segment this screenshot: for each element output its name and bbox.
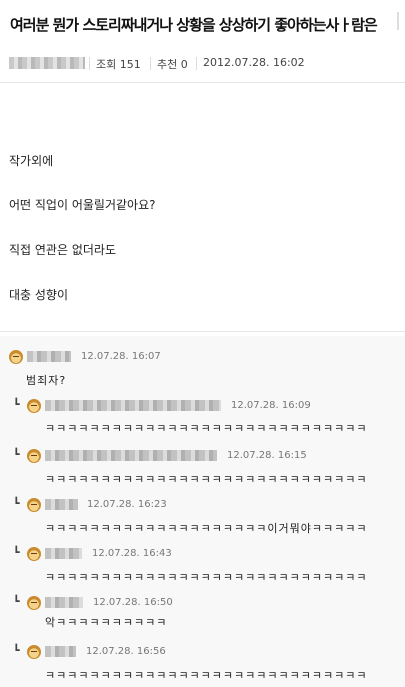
comment-list — [0, 336, 405, 687]
post-body-line: 대충 성향이 — [9, 288, 69, 302]
comment-author-blurred[interactable] — [45, 400, 221, 411]
comment-time: 12.07.28. 16:09 — [231, 400, 311, 411]
comment-text: ㅋㅋㅋㅋㅋㅋㅋㅋㅋㅋㅋㅋㅋㅋㅋㅋㅋㅋㅋㅋㅋㅋㅋㅋㅋㅋㅋㅋㅋ — [45, 669, 368, 682]
post-date: 2012.07.28. 16:02 — [203, 56, 305, 69]
avatar-icon — [9, 350, 23, 364]
post-meta: 조회 151 추천 0 2012.07.28. 16:02 — [0, 48, 405, 78]
avatar-icon — [27, 399, 41, 413]
avatar-icon — [27, 498, 41, 512]
post-body-line: 직접 연관은 없더라도 — [9, 243, 116, 257]
header-divider — [0, 82, 405, 83]
reply-arrow-icon: ┗ — [13, 398, 20, 411]
reply-arrow-icon: ┗ — [13, 448, 20, 461]
comment-author-blurred[interactable] — [45, 646, 76, 657]
comment-author-blurred[interactable] — [45, 450, 217, 461]
view-count: 조회 151 — [96, 58, 141, 71]
comments-divider — [0, 331, 405, 332]
comment-text: ㅋㅋㅋㅋㅋㅋㅋㅋㅋㅋㅋㅋㅋㅋㅋㅋㅋㅋㅋㅋㅋㅋㅋㅋㅋㅋㅋㅋㅋ — [45, 422, 368, 435]
post-body-line: 어떤 직업이 어울릴거같아요? — [9, 198, 156, 212]
comment-time: 12.07.28. 16:15 — [227, 450, 307, 461]
post-title-bar: 여러분 뭔가 스토리짜내거나 상황을 상상하기 좋아하는사ㅏ람은 — [0, 0, 405, 44]
avatar-icon — [27, 449, 41, 463]
comment-time: 12.07.28. 16:43 — [92, 548, 172, 559]
meta-divider — [89, 57, 90, 70]
reply-arrow-icon: ┗ — [13, 546, 20, 559]
avatar-icon — [27, 596, 41, 610]
comment-author-blurred[interactable] — [27, 351, 71, 362]
comment-time: 12.07.28. 16:50 — [93, 597, 173, 608]
reply-arrow-icon: ┗ — [13, 595, 20, 608]
comment-time: 12.07.28. 16:07 — [81, 351, 161, 362]
reply-arrow-icon: ┗ — [13, 497, 20, 510]
post-body-line: 작가외에 — [9, 154, 54, 168]
comment-text: ㅋㅋㅋㅋㅋㅋㅋㅋㅋㅋㅋㅋㅋㅋㅋㅋㅋㅋㅋㅋ이거뭐야ㅋㅋㅋㅋㅋ — [45, 522, 368, 535]
meta-divider — [196, 57, 197, 70]
comment-text: 악ㅋㅋㅋㅋㅋㅋㅋㅋㅋㅋ — [45, 616, 168, 629]
recommend-count: 추천 0 — [157, 58, 188, 71]
avatar-icon — [27, 645, 41, 659]
comment-author-blurred[interactable] — [45, 499, 78, 510]
avatar-icon — [27, 547, 41, 561]
title-edge-divider — [397, 12, 399, 30]
comment-author-blurred[interactable] — [45, 548, 82, 559]
comment-text: ㅋㅋㅋㅋㅋㅋㅋㅋㅋㅋㅋㅋㅋㅋㅋㅋㅋㅋㅋㅋㅋㅋㅋㅋㅋㅋㅋㅋㅋ — [45, 571, 368, 584]
reply-arrow-icon: ┗ — [13, 644, 20, 657]
comment-text: ㅋㅋㅋㅋㅋㅋㅋㅋㅋㅋㅋㅋㅋㅋㅋㅋㅋㅋㅋㅋㅋㅋㅋㅋㅋㅋㅋㅋㅋ — [45, 473, 368, 486]
comment-text: 범죄자? — [26, 374, 67, 387]
comment-time: 12.07.28. 16:56 — [86, 646, 166, 657]
post-title: 여러분 뭔가 스토리짜내거나 상황을 상상하기 좋아하는사ㅏ람은 — [10, 16, 378, 34]
comment-author-blurred[interactable] — [45, 597, 83, 608]
author-name-blurred[interactable] — [9, 57, 85, 69]
meta-divider — [150, 57, 151, 70]
comment-time: 12.07.28. 16:23 — [87, 499, 167, 510]
